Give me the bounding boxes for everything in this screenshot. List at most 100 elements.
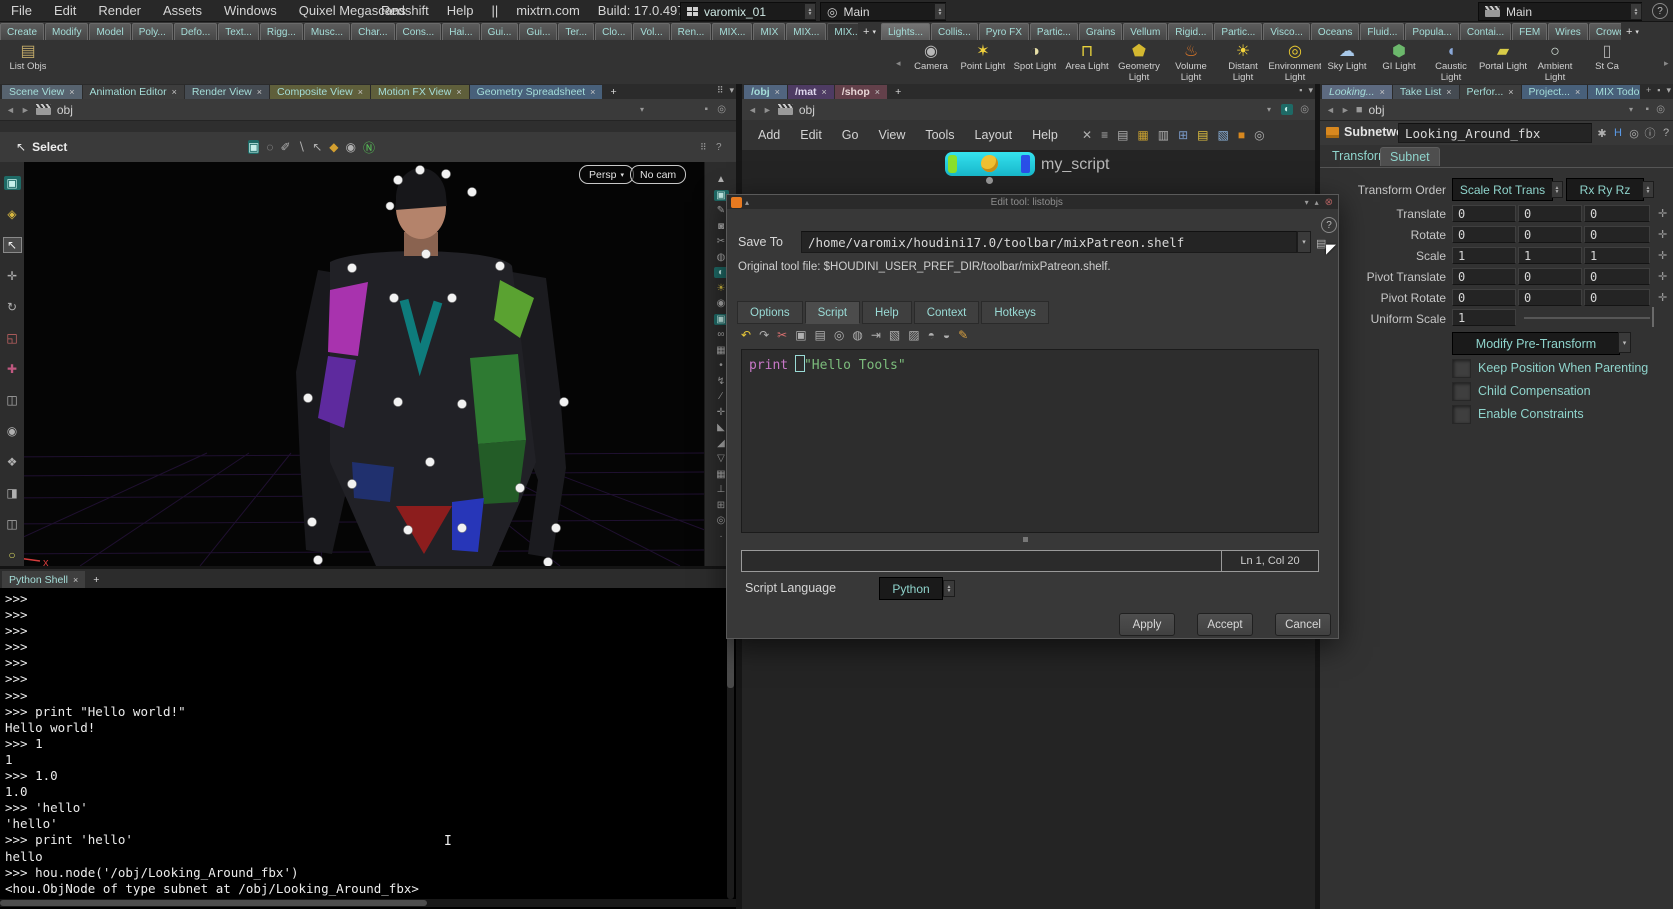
resize-handle[interactable]	[1023, 537, 1028, 542]
tab-python-shell[interactable]: Python Shell×	[2, 571, 85, 588]
shelf-tab[interactable]: Cons...	[396, 23, 442, 40]
box-select-icon[interactable]: ▣	[248, 140, 259, 154]
shelf-tab[interactable]: Gui...	[481, 23, 519, 40]
menu-item[interactable]: Assets	[152, 0, 213, 21]
shelf-tab[interactable]: MIX...	[827, 23, 858, 40]
snapshot-icon[interactable]: ◈	[4, 207, 21, 221]
param-field-y[interactable]: 0	[1518, 205, 1582, 222]
menu-item[interactable]: View	[868, 128, 915, 142]
param-field-z[interactable]: 0	[1584, 289, 1650, 306]
close-icon[interactable]: ×	[1380, 87, 1385, 97]
param-field-y[interactable]: 0	[1518, 226, 1582, 243]
persp-button[interactable]: Persp▾	[579, 165, 634, 184]
shelf-tab[interactable]: Modify	[45, 23, 88, 40]
shelf-tab[interactable]: Text...	[218, 23, 259, 40]
menu-item[interactable]: Windows	[213, 0, 288, 21]
shelf-tab[interactable]: FEM	[1512, 23, 1547, 40]
new-tab-button[interactable]: +	[888, 85, 908, 99]
node-my-script[interactable]	[945, 152, 1035, 176]
shelf-tool[interactable]: ☀ Distant Light	[1217, 41, 1269, 83]
ladder-handle-icon[interactable]: ✛	[1658, 270, 1667, 283]
shelf-tool[interactable]: ◑ Spot Light	[1009, 41, 1061, 83]
cancel-button[interactable]: Cancel	[1275, 613, 1331, 636]
dialog-help-icon[interactable]: ?	[1321, 217, 1337, 233]
uniform-scale-slider[interactable]	[1524, 317, 1650, 319]
file-browse-icon[interactable]: ▤	[1316, 237, 1326, 250]
new-tab-button[interactable]: +	[86, 571, 106, 588]
shelf-tab[interactable]: Lights...	[881, 23, 930, 40]
ladder-handle-icon[interactable]: ✛	[1658, 291, 1667, 304]
menu-item[interactable]: Layout	[965, 128, 1023, 142]
menu-item[interactable]: Help	[1022, 128, 1068, 142]
checkbox[interactable]	[1452, 359, 1471, 378]
menu-item[interactable]: Help	[438, 0, 483, 21]
pane-tab[interactable]: Composite View×	[270, 85, 370, 99]
node-name-field[interactable]: Looking_Around_fbx	[1398, 123, 1592, 143]
normals-icon[interactable]: Ⓝ	[363, 139, 375, 156]
gear-icon[interactable]: ✱	[1596, 127, 1608, 140]
back-icon[interactable]: ◄	[6, 105, 15, 115]
layout-spinner[interactable]: ▲▼	[934, 3, 946, 20]
shelf-tool[interactable]: ◖ Caustic Light	[1425, 41, 1477, 83]
shelf-tab[interactable]: Pyro FX	[979, 23, 1029, 40]
close-icon[interactable]: ×	[69, 87, 74, 97]
shelf-tab[interactable]: Fluid...	[1360, 23, 1404, 40]
param-field-z[interactable]: 0	[1584, 268, 1650, 285]
rot-order-spinner[interactable]: ▲▼	[1642, 181, 1654, 198]
menu-item[interactable]: Redshift	[372, 0, 438, 21]
checkbox[interactable]	[1452, 382, 1471, 401]
shelf-tool[interactable]: ⊓ Area Light	[1061, 41, 1113, 83]
layout-grid-icon[interactable]: ▥	[1158, 128, 1169, 142]
shelf-box-icon[interactable]: ■	[1238, 128, 1245, 142]
tree-view-icon[interactable]: ≡	[1101, 128, 1108, 142]
shelf-tab[interactable]: Ren...	[671, 23, 712, 40]
lasso-select-icon[interactable]: ◌	[266, 140, 273, 154]
menu-item[interactable]: ||	[482, 0, 507, 21]
language-spinner[interactable]: ▲▼	[943, 580, 955, 597]
shelf-tab[interactable]: Create	[0, 23, 44, 40]
shelf-tool[interactable]: ◉ Camera	[905, 41, 957, 83]
path-dropdown-icon[interactable]: ▾	[640, 105, 644, 114]
brush-select-icon[interactable]: ✐	[280, 140, 290, 154]
rot-order-dropdown[interactable]: Rx Ry Rz	[1566, 178, 1644, 201]
close-icon[interactable]: ⊗	[1325, 197, 1333, 208]
param-field-x[interactable]: 0	[1452, 226, 1516, 243]
shelf-tool[interactable]: ○ Ambient Light	[1529, 41, 1581, 83]
light-tool-icon[interactable]: ○	[4, 548, 21, 562]
toolbar-help-icon[interactable]: ?	[716, 142, 722, 153]
path-dropdown-icon[interactable]: ▾	[1629, 105, 1633, 114]
select-geometry-icon[interactable]: ◉	[345, 140, 355, 154]
shelf-tab[interactable]: Defo...	[174, 23, 217, 40]
new-tab-button[interactable]: +	[1646, 85, 1651, 96]
background-image-icon[interactable]: ▧	[1218, 128, 1229, 142]
copy-icon[interactable]: ▣	[795, 328, 806, 342]
checkbox[interactable]	[1452, 405, 1471, 424]
pane-tab[interactable]: Render View×	[185, 85, 269, 99]
path-dropdown-icon[interactable]: ▾	[1267, 105, 1271, 114]
scene-selector[interactable]: Main	[1478, 2, 1642, 21]
radio-icon[interactable]: ◎	[1656, 104, 1665, 115]
shelf-tool[interactable]: ▯ St Ca	[1581, 41, 1633, 83]
indent-icon[interactable]: ⇥	[871, 328, 881, 342]
pane-tab[interactable]: Motion FX View×	[371, 85, 469, 99]
node-template-flag[interactable]	[948, 155, 957, 173]
pane-tab[interactable]: Animation Editor×	[83, 85, 184, 99]
select-visible-icon[interactable]: ↖	[312, 140, 322, 154]
shelf-tab[interactable]: Partic...	[1214, 23, 1262, 40]
ladder-handle-icon[interactable]: ✛	[1658, 249, 1667, 262]
shelf-tab[interactable]: Visco...	[1263, 23, 1310, 40]
xform-order-spinner[interactable]: ▲▼	[1551, 181, 1563, 198]
pane-tab[interactable]: Geometry Spreadsheet×	[470, 85, 603, 99]
pane-maximize-icon[interactable]: ▪	[1299, 85, 1302, 96]
context-tab[interactable]: /shop×	[835, 85, 887, 99]
hand-tool-icon[interactable]: ❖	[4, 455, 21, 469]
tools-icon[interactable]: ✕	[1082, 128, 1092, 142]
no-cam-button[interactable]: No cam	[630, 165, 686, 184]
shelf-tab[interactable]: Vol...	[633, 23, 669, 40]
scene-spinner[interactable]: ▲▼	[1630, 3, 1642, 20]
radio-icon[interactable]: ◎	[1300, 104, 1309, 115]
file-icon[interactable]: ▧	[889, 328, 900, 342]
pose-tool-icon[interactable]: ✚	[4, 362, 21, 376]
python-shell[interactable]: >>>>>>>>>>>>>>>>>>>>>>>> print "Hello wo…	[0, 588, 736, 909]
menu-item[interactable]: Tools	[915, 128, 964, 142]
